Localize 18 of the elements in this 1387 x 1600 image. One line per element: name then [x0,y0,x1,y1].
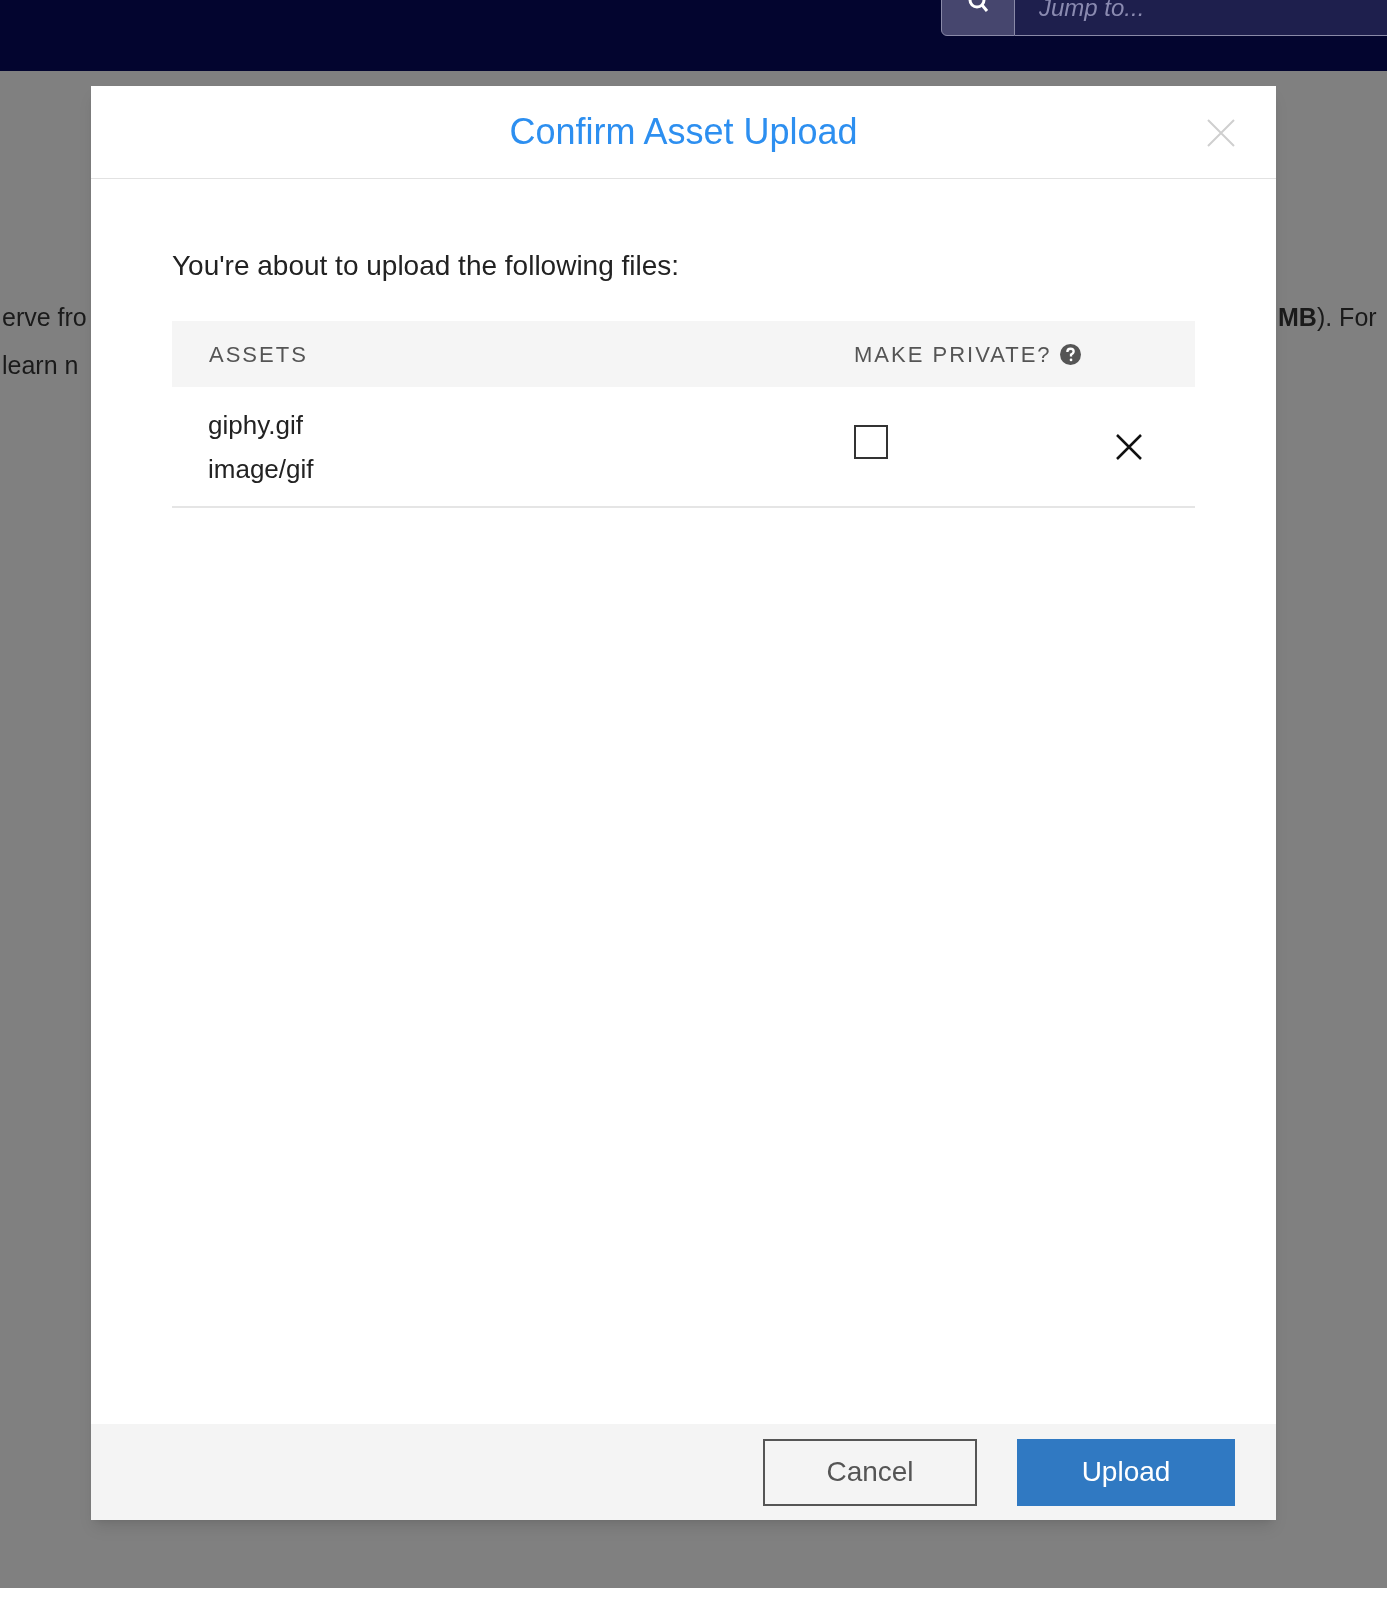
search-button[interactable] [941,0,1015,36]
private-checkbox[interactable] [854,424,888,459]
remove-button[interactable] [1115,432,1143,461]
background-text: MB). For [1277,302,1378,333]
close-icon [1206,118,1236,148]
file-type: image/gif [208,452,315,486]
column-header: ASSETS [209,340,309,369]
intro-text: You're about to upload the following files: [172,249,681,283]
background-text: learn n [1,350,80,381]
cancel-button[interactable]: Cancel [763,1438,977,1506]
upload-button[interactable]: Upload [1017,1438,1235,1506]
column-header: MAKE PRIVATE? [854,340,1052,369]
background-text: erve fro [1,302,88,333]
dialog-title: Confirm Asset Upload [509,110,858,154]
file-name: giphy.gif [208,408,304,442]
close-icon [1115,432,1143,461]
search-icon [966,0,990,13]
help-icon [1059,343,1081,365]
